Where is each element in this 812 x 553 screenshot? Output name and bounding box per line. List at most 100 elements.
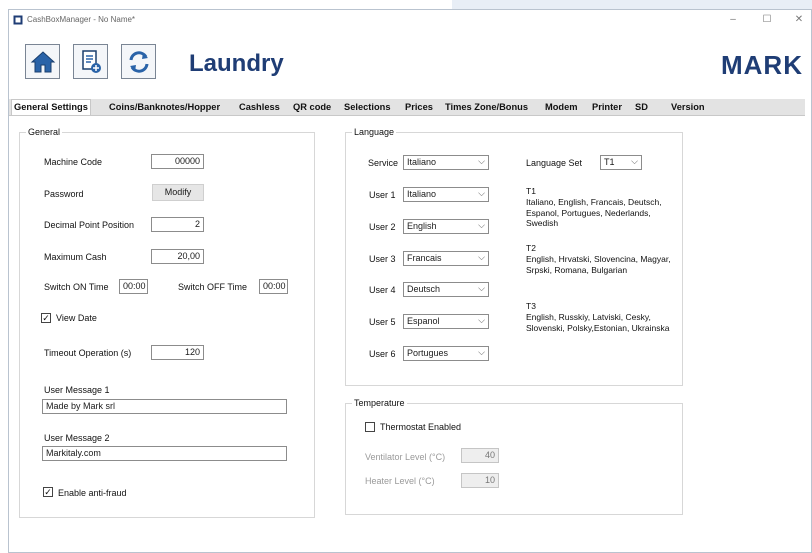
timeout-operation-label: Timeout Operation (s) xyxy=(44,348,132,358)
tab-version[interactable]: Version xyxy=(669,100,707,115)
ventilator-level-label: Ventilator Level (°C) xyxy=(365,452,446,462)
user-2-language-select[interactable]: English ⌵ xyxy=(403,219,489,234)
tab-printer[interactable]: Printer xyxy=(590,100,624,115)
modify-password-button[interactable]: Modify xyxy=(152,184,204,201)
user-1-language-select[interactable]: Italiano ⌵ xyxy=(403,187,489,202)
chevron-down-icon: ⌵ xyxy=(478,156,485,166)
tab-sd[interactable]: SD xyxy=(633,100,650,115)
tab-general-settings[interactable]: General Settings xyxy=(11,99,91,115)
chevron-down-icon: ⌵ xyxy=(478,283,485,293)
brand-logo: MARK xyxy=(721,50,803,80)
machine-code-label: Machine Code xyxy=(44,157,103,167)
maximize-button[interactable]: ☐ xyxy=(749,12,785,28)
user-message-1-field[interactable]: Made by Mark srl xyxy=(42,399,287,414)
chevron-down-icon: ⌵ xyxy=(478,347,485,357)
user-3-language-label: User 3 xyxy=(369,254,396,264)
user-3-language-select[interactable]: Francais ⌵ xyxy=(403,251,489,266)
heater-level-label: Heater Level (°C) xyxy=(365,476,435,486)
tab-qr-code[interactable]: QR code xyxy=(291,100,333,115)
chevron-down-icon: ⌵ xyxy=(478,252,485,262)
language-set-label: Language Set xyxy=(526,158,583,168)
user-5-language-value: Espanol xyxy=(407,316,440,326)
thermostat-enabled-label: Thermostat Enabled xyxy=(380,422,462,432)
switch-off-time-field[interactable]: 00:00 xyxy=(259,279,288,294)
timeout-operation-field[interactable]: 120 xyxy=(151,345,204,360)
tab-times-zone-bonus[interactable]: Times Zone/Bonus xyxy=(443,100,530,115)
chevron-down-icon: ⌵ xyxy=(478,315,485,325)
chevron-down-icon: ⌵ xyxy=(478,220,485,230)
user-5-language-select[interactable]: Espanol ⌵ xyxy=(403,314,489,329)
password-label: Password xyxy=(44,189,84,199)
user-3-language-value: Francais xyxy=(407,253,442,263)
user-4-language-label: User 4 xyxy=(369,285,396,295)
maximum-cash-label: Maximum Cash xyxy=(44,252,107,262)
user-1-language-value: Italiano xyxy=(407,189,437,199)
set-t1-title: T1 xyxy=(526,186,536,196)
set-t3-title: T3 xyxy=(526,301,536,311)
user-message-2-label: User Message 2 xyxy=(44,433,110,443)
refresh-button[interactable] xyxy=(121,44,156,79)
machine-code-field[interactable]: 00000 xyxy=(151,154,204,169)
temperature-group: Temperature Thermostat Enabled Ventilato… xyxy=(345,398,683,515)
home-icon xyxy=(30,51,56,73)
decimal-point-field[interactable]: 2 xyxy=(151,217,204,232)
tab-modem[interactable]: Modem xyxy=(543,100,580,115)
user-2-language-value: English xyxy=(407,221,437,231)
set-t1-languages: Italiano, English, Francais, Deutsch, Es… xyxy=(526,197,662,228)
thermostat-enabled-checkbox[interactable] xyxy=(365,422,375,432)
maximum-cash-field[interactable]: 20,00 xyxy=(151,249,204,264)
general-group: General Machine Code 00000 Password Modi… xyxy=(19,127,315,518)
refresh-icon xyxy=(129,51,149,73)
temperature-group-title: Temperature xyxy=(352,398,407,408)
view-date-checkbox[interactable]: ✓ xyxy=(41,313,51,323)
enable-anti-fraud-label: Enable anti-fraud xyxy=(58,488,127,498)
toolbar: Laundry MARK xyxy=(9,38,811,90)
language-set-value: T1 xyxy=(604,157,615,167)
chevron-down-icon: ⌵ xyxy=(478,188,485,198)
app-window: CashBoxManager - No Name* – ☐ ✕ Laundry … xyxy=(8,9,812,553)
heater-level-field[interactable]: 10 xyxy=(461,473,499,488)
tab-bar: General Settings Coins/Banknotes/Hopper … xyxy=(9,99,805,116)
title-bar: CashBoxManager - No Name* – ☐ ✕ xyxy=(9,10,811,30)
user-4-language-select[interactable]: Deutsch ⌵ xyxy=(403,282,489,297)
language-set-select[interactable]: T1 ⌵ xyxy=(600,155,642,170)
language-group: Language Service Italiano ⌵ User 1 Itali… xyxy=(345,127,683,386)
set-t3-languages: English, Russkiy, Latviski, Cesky, Slove… xyxy=(526,312,670,333)
general-group-title: General xyxy=(26,127,63,137)
tab-selections[interactable]: Selections xyxy=(342,100,393,115)
new-document-button[interactable] xyxy=(73,44,108,79)
service-language-select[interactable]: Italiano ⌵ xyxy=(403,155,489,170)
set-t2-languages: English, Hrvatski, Slovencina, Magyar, S… xyxy=(526,254,671,275)
home-button[interactable] xyxy=(25,44,60,79)
language-group-title: Language xyxy=(352,127,397,137)
tab-prices[interactable]: Prices xyxy=(403,100,435,115)
user-6-language-label: User 6 xyxy=(369,349,396,359)
tab-coins-banknotes-hopper[interactable]: Coins/Banknotes/Hopper xyxy=(107,100,222,115)
user-1-language-label: User 1 xyxy=(369,190,396,200)
service-language-label: Service xyxy=(368,158,399,168)
decimal-point-label: Decimal Point Position xyxy=(44,220,135,230)
new-document-icon xyxy=(82,50,101,73)
set-t2-title: T2 xyxy=(526,243,536,253)
window-title: CashBoxManager - No Name* xyxy=(27,15,136,24)
user-5-language-label: User 5 xyxy=(369,317,396,327)
user-4-language-value: Deutsch xyxy=(407,284,441,294)
close-button[interactable]: ✕ xyxy=(781,12,812,28)
app-title: Laundry xyxy=(189,50,284,77)
minimize-button[interactable]: – xyxy=(715,12,751,28)
user-6-language-select[interactable]: Portugues ⌵ xyxy=(403,346,489,361)
switch-on-time-label: Switch ON Time xyxy=(44,282,109,292)
user-6-language-value: Portugues xyxy=(407,348,449,358)
user-2-language-label: User 2 xyxy=(369,222,396,232)
enable-anti-fraud-checkbox[interactable]: ✓ xyxy=(43,487,53,497)
chevron-down-icon: ⌵ xyxy=(631,156,638,166)
user-message-1-label: User Message 1 xyxy=(44,385,110,395)
switch-on-time-field[interactable]: 00:00 xyxy=(119,279,148,294)
view-date-label: View Date xyxy=(56,313,97,323)
ventilator-level-field[interactable]: 40 xyxy=(461,448,499,463)
app-icon xyxy=(13,15,23,25)
service-language-value: Italiano xyxy=(407,157,437,167)
tab-cashless[interactable]: Cashless xyxy=(237,100,282,115)
user-message-2-field[interactable]: Markitaly.com xyxy=(42,446,287,461)
switch-off-time-label: Switch OFF Time xyxy=(178,282,248,292)
